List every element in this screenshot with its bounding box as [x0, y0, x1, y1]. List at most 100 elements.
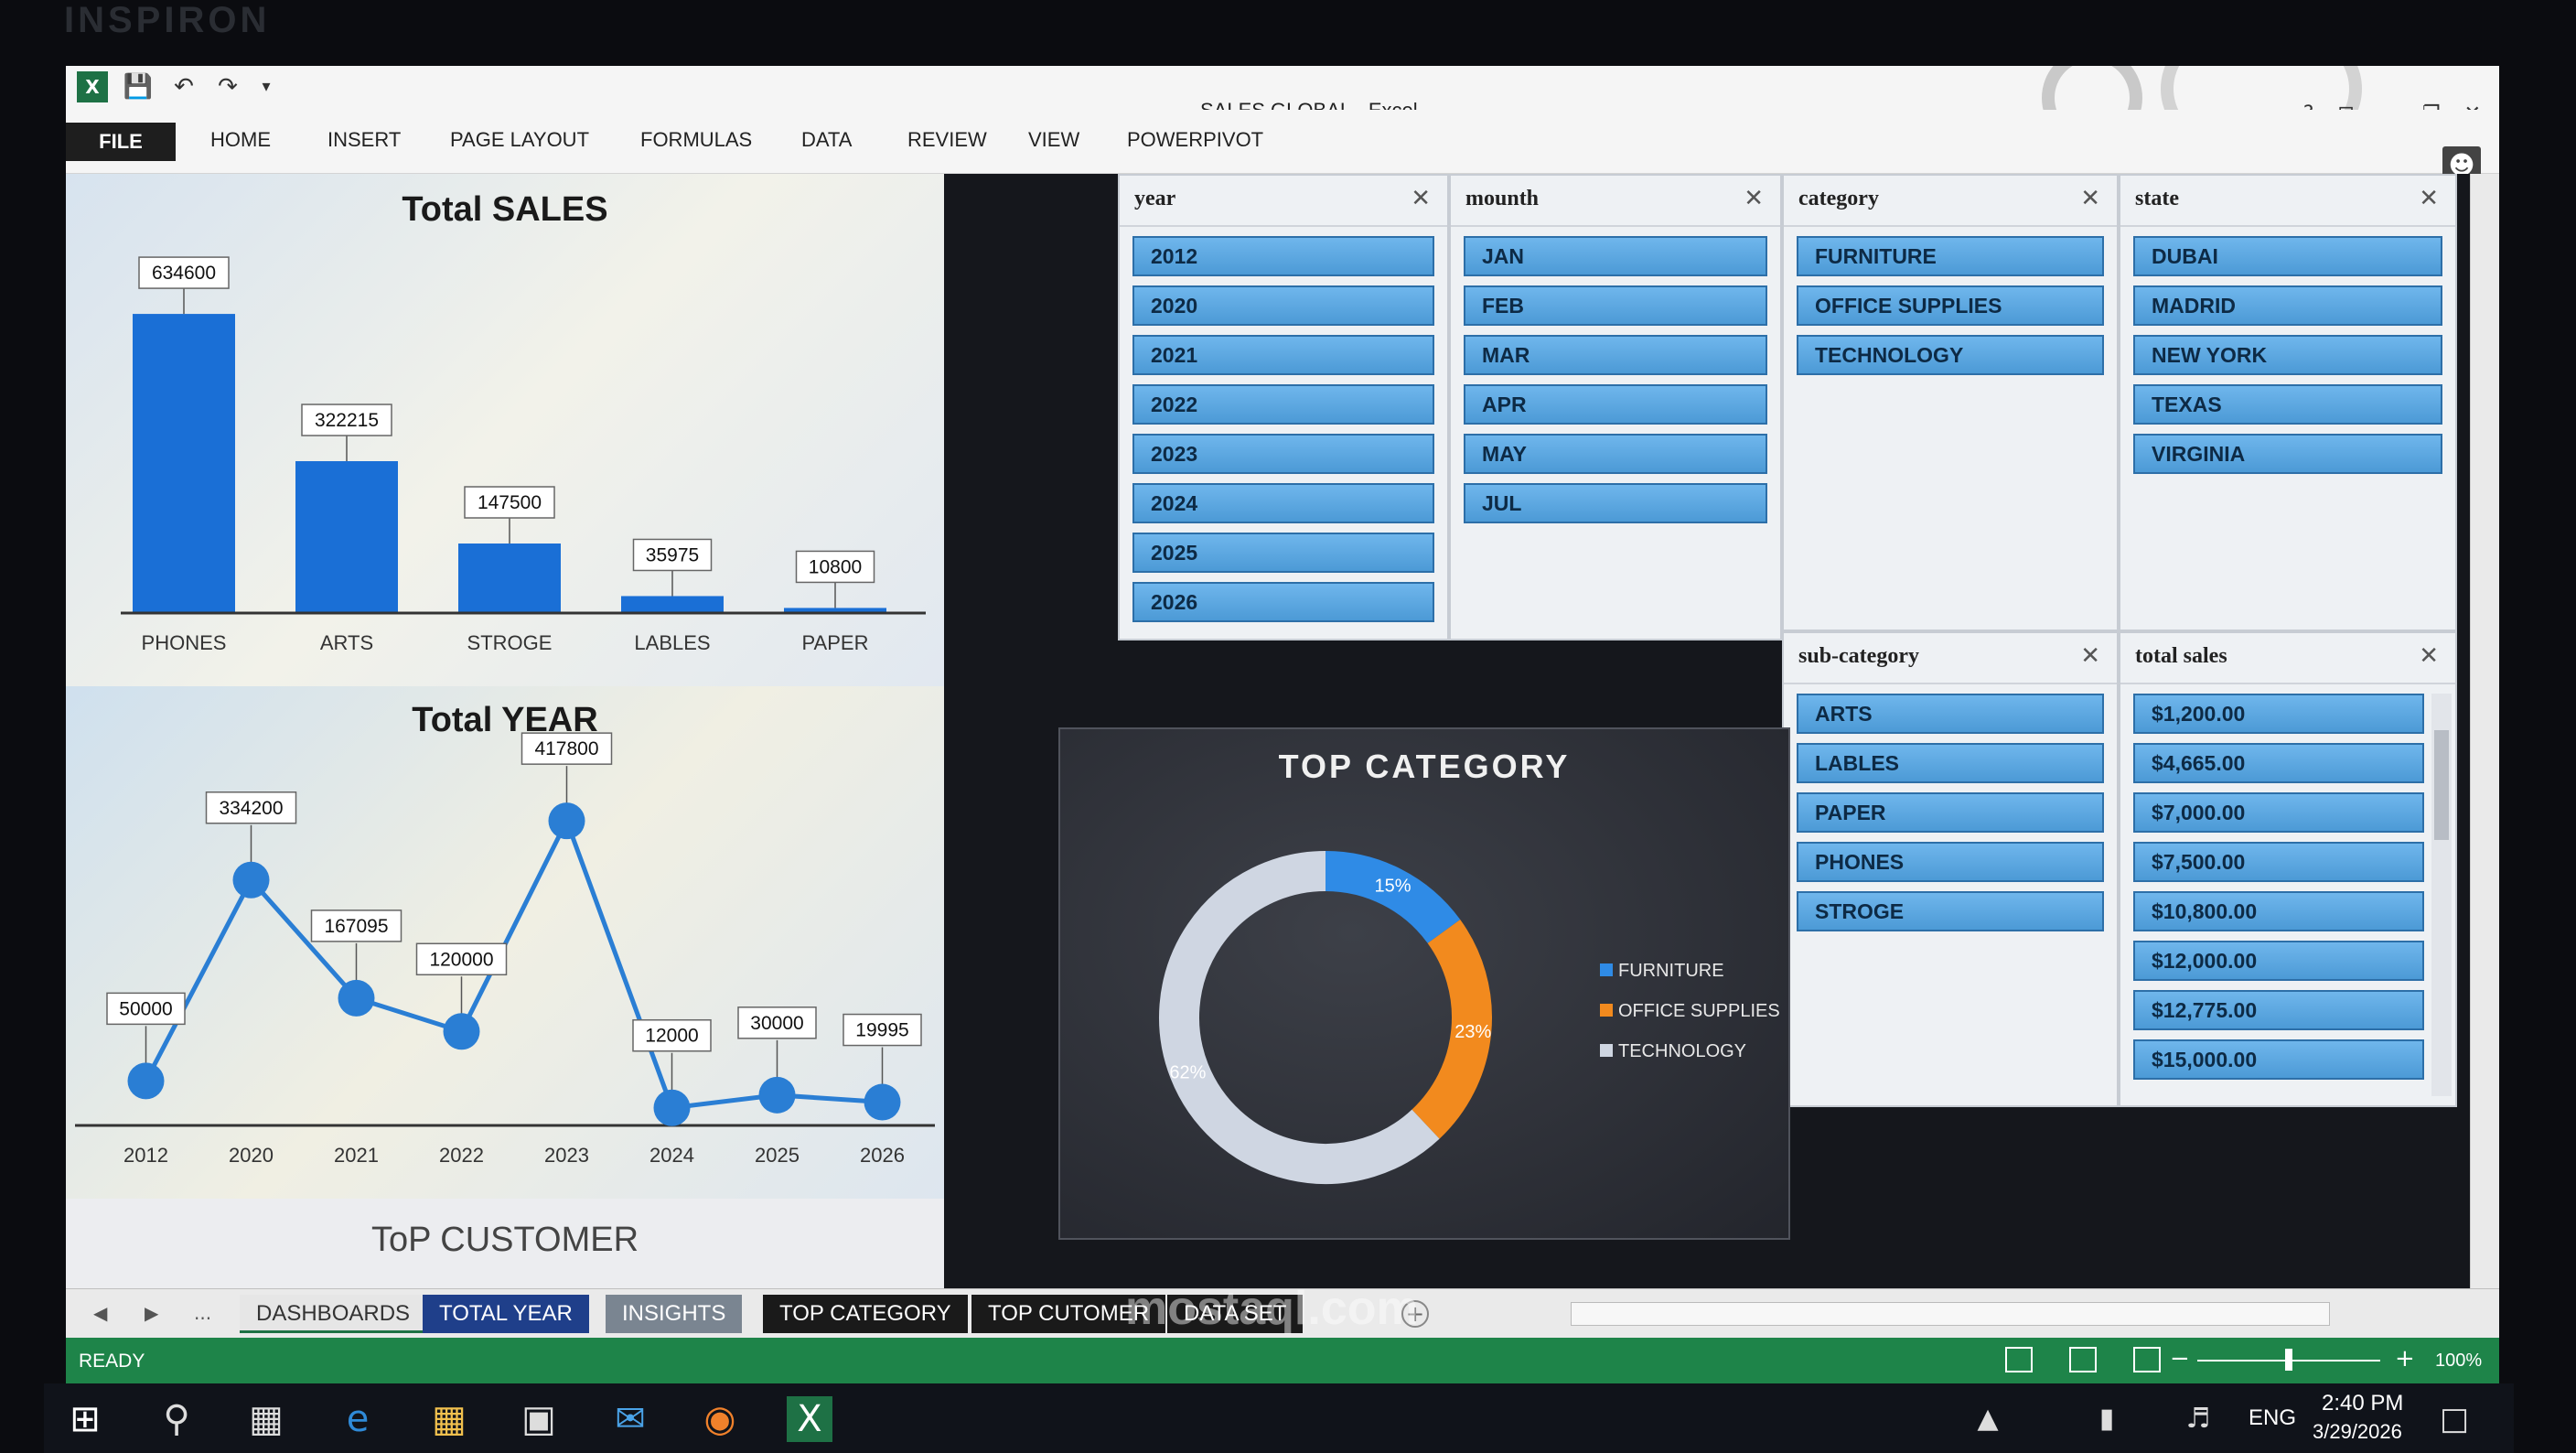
x-tick-label: 2012: [123, 1144, 168, 1167]
clear-filter-icon[interactable]: ✕: [1411, 185, 1431, 212]
slicer-item[interactable]: FEB: [1464, 285, 1767, 326]
zoom-in-button[interactable]: +: [2395, 1345, 2415, 1372]
slicer-item[interactable]: $1,200.00: [2133, 694, 2424, 734]
slicer-item[interactable]: 2021: [1132, 335, 1434, 375]
sheet-tab[interactable]: TOP CATEGORY: [763, 1295, 968, 1333]
notifications-icon[interactable]: □: [2431, 1396, 2477, 1442]
clock-time[interactable]: 2:40 PM: [2322, 1391, 2403, 1416]
slicer-item[interactable]: OFFICE SUPPLIES: [1797, 285, 2104, 326]
tab-powerpivot[interactable]: POWERPIVOT: [1127, 128, 1263, 152]
prev-sheet-icon[interactable]: ◀: [93, 1302, 107, 1324]
slicer-item[interactable]: $10,800.00: [2133, 891, 2424, 931]
slicer-item[interactable]: $15,000.00: [2133, 1039, 2424, 1080]
volume-icon[interactable]: ♬: [2175, 1396, 2221, 1442]
slicer-item[interactable]: PAPER: [1797, 792, 2104, 833]
slicer-total-sales[interactable]: total sales ✕ $1,200.00 $4,665.00 $7,000.0…: [2119, 631, 2457, 1107]
clear-filter-icon[interactable]: ✕: [2080, 642, 2100, 670]
excel-taskbar-icon[interactable]: X: [787, 1396, 832, 1442]
horizontal-scrollbar[interactable]: [1571, 1302, 2330, 1326]
slicer-item[interactable]: LABLES: [1797, 743, 2104, 783]
slicer-year[interactable]: year ✕ 2012 2020 2021 2022 2023 2024 2025 2026: [1118, 174, 1449, 640]
sheet-tab[interactable]: DASHBOARDS: [240, 1295, 427, 1333]
clear-filter-icon[interactable]: ✕: [1744, 185, 1764, 212]
slicer-item[interactable]: 2026: [1132, 582, 1434, 622]
tab-formulas[interactable]: FORMULAS: [640, 128, 752, 152]
save-icon[interactable]: 💾: [123, 71, 154, 102]
slicer-item[interactable]: 2024: [1132, 483, 1434, 523]
slicer-item[interactable]: FURNITURE: [1797, 236, 2104, 276]
slicer-state[interactable]: state ✕ DUBAI MADRID NEW YORK TEXAS VIRGINIA: [2119, 174, 2457, 631]
total-sales-chart[interactable]: Total SALES 634600 PHONES 322215 ARTS 147500…: [66, 174, 944, 686]
slicer-item[interactable]: STROGE: [1797, 891, 2104, 931]
tab-insert[interactable]: INSERT: [327, 128, 401, 152]
slicer-item[interactable]: MAR: [1464, 335, 1767, 375]
language-indicator[interactable]: ENG: [2249, 1405, 2296, 1431]
slicer-item[interactable]: NEW YORK: [2133, 335, 2442, 375]
slicer-item[interactable]: ARTS: [1797, 694, 2104, 734]
page-layout-view-icon[interactable]: [2069, 1347, 2097, 1372]
firefox-icon[interactable]: ◉: [697, 1396, 743, 1442]
more-sheets[interactable]: ...: [194, 1302, 211, 1324]
edge-icon[interactable]: e: [335, 1396, 381, 1442]
tab-data[interactable]: DATA: [801, 128, 852, 152]
next-sheet-icon[interactable]: ▶: [145, 1302, 158, 1324]
search-icon[interactable]: ⚲: [154, 1396, 199, 1442]
slicer-item[interactable]: TECHNOLOGY: [1797, 335, 2104, 375]
slicer-item[interactable]: $7,000.00: [2133, 792, 2424, 833]
slicer-item[interactable]: DUBAI: [2133, 236, 2442, 276]
slicer-item[interactable]: JAN: [1464, 236, 1767, 276]
tab-view[interactable]: VIEW: [1028, 128, 1079, 152]
slicer-item[interactable]: 2012: [1132, 236, 1434, 276]
customize-qat-icon[interactable]: ▾: [251, 71, 282, 102]
mail-icon[interactable]: ✉: [607, 1396, 653, 1442]
slicer-item[interactable]: PHONES: [1797, 842, 2104, 882]
excel-app-icon[interactable]: X: [77, 71, 108, 102]
tab-home[interactable]: HOME: [210, 128, 271, 152]
slicer-item[interactable]: MAY: [1464, 434, 1767, 474]
sheet-tab[interactable]: INSIGHTS: [606, 1295, 743, 1333]
clear-filter-icon[interactable]: ✕: [2419, 642, 2439, 670]
slicer-item[interactable]: $12,775.00: [2133, 990, 2424, 1030]
network-icon[interactable]: ▲: [1965, 1396, 2011, 1442]
clear-filter-icon[interactable]: ✕: [2080, 185, 2100, 212]
tab-review[interactable]: REVIEW: [907, 128, 987, 152]
slicer-item[interactable]: 2020: [1132, 285, 1434, 326]
slicer-item[interactable]: 2025: [1132, 533, 1434, 573]
slicer-item[interactable]: JUL: [1464, 483, 1767, 523]
tab-file[interactable]: FILE: [66, 123, 176, 161]
slicer-month[interactable]: mounth ✕ JAN FEB MAR APR MAY JUL: [1449, 174, 1782, 640]
slicer-item[interactable]: MADRID: [2133, 285, 2442, 326]
slicer-item[interactable]: 2023: [1132, 434, 1434, 474]
slicer-item[interactable]: $12,000.00: [2133, 941, 2424, 981]
zoom-slider-thumb[interactable]: [2285, 1349, 2292, 1371]
zoom-out-button[interactable]: −: [2170, 1345, 2190, 1372]
slicer-item[interactable]: TEXAS: [2133, 384, 2442, 425]
slicer-sub-category[interactable]: sub-category ✕ ARTS LABLES PAPER PHONES STRO…: [1782, 631, 2119, 1107]
slicer-scrollbar[interactable]: [2431, 694, 2452, 1096]
page-break-view-icon[interactable]: [2133, 1347, 2161, 1372]
task-view-icon[interactable]: ▦: [243, 1396, 289, 1442]
sheet-tab[interactable]: TOTAL YEAR: [423, 1295, 589, 1333]
clock-date[interactable]: 3/29/2026: [2313, 1420, 2402, 1444]
file-explorer-icon[interactable]: ▦: [426, 1396, 472, 1442]
slicer-item[interactable]: APR: [1464, 384, 1767, 425]
zoom-level[interactable]: 100%: [2435, 1351, 2482, 1372]
start-icon[interactable]: ⊞: [62, 1396, 108, 1442]
sheet-vertical-scrollbar[interactable]: [2470, 174, 2499, 1288]
tab-page-layout[interactable]: PAGE LAYOUT: [450, 128, 589, 152]
store-icon[interactable]: ▣: [516, 1396, 562, 1442]
clear-filter-icon[interactable]: ✕: [2419, 185, 2439, 212]
slicer-item[interactable]: VIRGINIA: [2133, 434, 2442, 474]
normal-view-icon[interactable]: [2005, 1347, 2033, 1372]
undo-icon[interactable]: ↶: [168, 71, 199, 102]
slicer-item[interactable]: $7,500.00: [2133, 842, 2424, 882]
top-category-chart[interactable]: TOP CATEGORY 15% 23% 62% FURNITURE OFFICE SU…: [1058, 727, 1790, 1240]
slicer-category[interactable]: category ✕ FURNITURE OFFICE SUPPLIES TECHN…: [1782, 174, 2119, 631]
slicer-item[interactable]: 2022: [1132, 384, 1434, 425]
scrollbar-thumb[interactable]: [2434, 730, 2449, 840]
slicer-item[interactable]: $4,665.00: [2133, 743, 2424, 783]
total-year-chart[interactable]: Total YEAR 50000 2012 334200 2020 167095 2021…: [66, 686, 944, 1199]
redo-icon[interactable]: ↷: [212, 71, 243, 102]
top-customer-chart[interactable]: ToP CUSTOMER: [66, 1199, 944, 1288]
battery-icon[interactable]: ▮: [2084, 1396, 2130, 1442]
